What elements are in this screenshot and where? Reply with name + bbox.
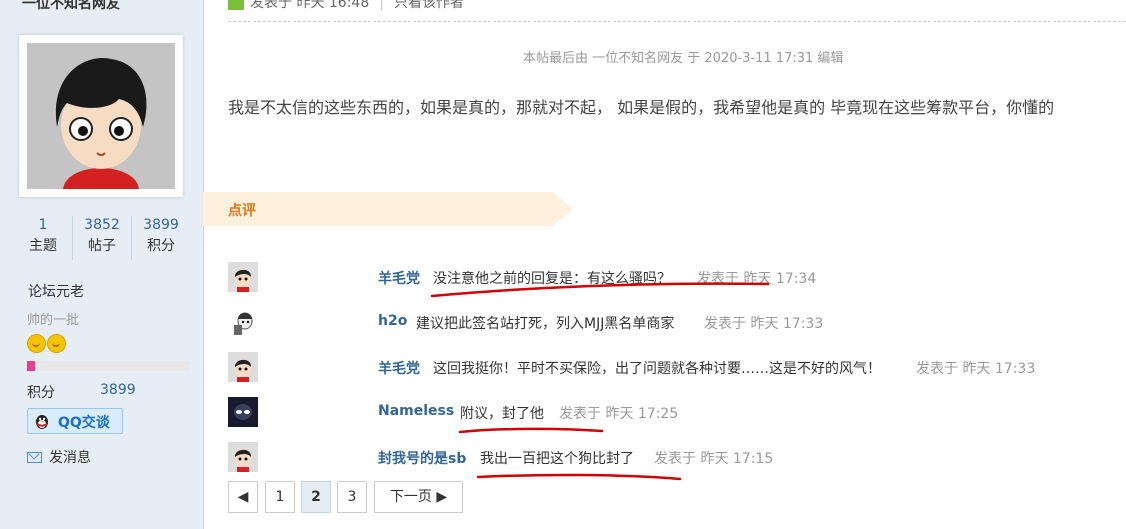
next-page-button[interactable]: 下一页 ▶ [374, 481, 463, 513]
underline-comment-1 [430, 282, 770, 298]
underline-comment-5 [476, 473, 682, 481]
red-underline-annotations [430, 282, 770, 481]
prev-page-button[interactable]: ◀ [228, 481, 258, 513]
page-1[interactable]: 1 [265, 481, 295, 513]
page-2-current[interactable]: 2 [301, 481, 331, 513]
page-3[interactable]: 3 [337, 481, 367, 513]
underline-comment-4 [458, 427, 604, 434]
